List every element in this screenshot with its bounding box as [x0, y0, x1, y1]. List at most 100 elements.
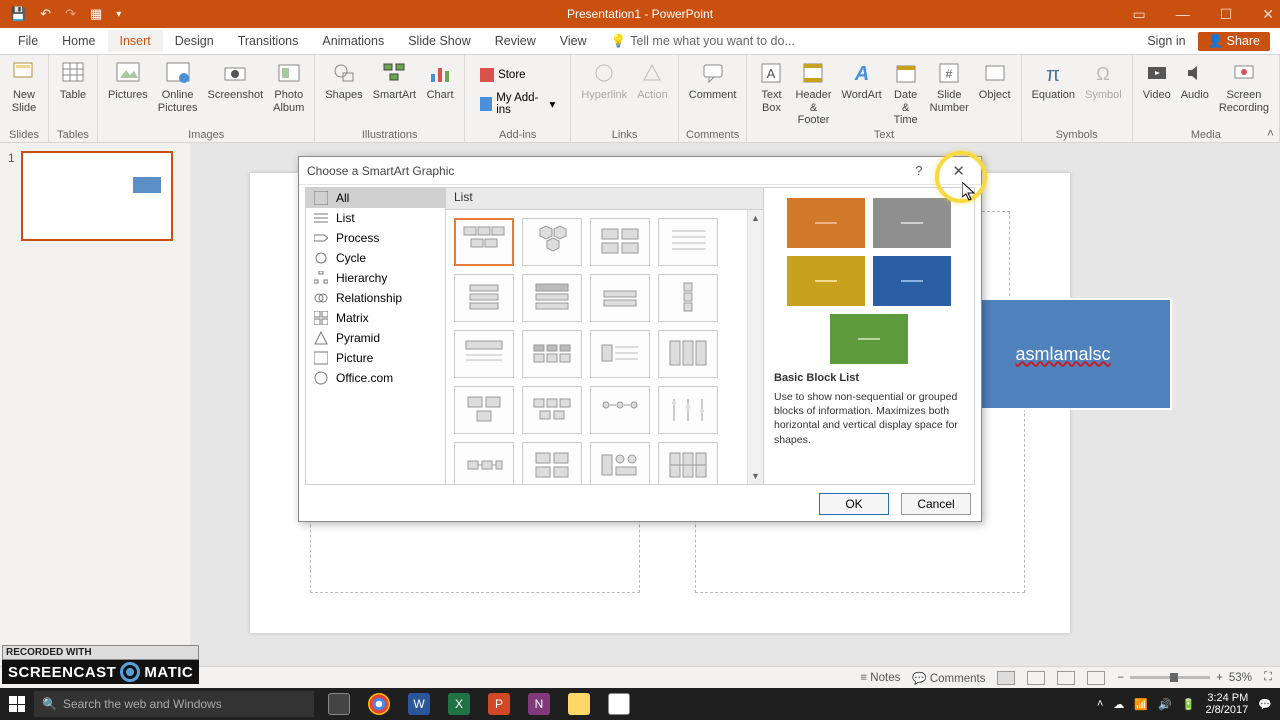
close-window-icon[interactable]: ✕ [1262, 6, 1274, 23]
tab-home[interactable]: Home [50, 30, 107, 52]
powerpoint-icon[interactable]: P [480, 688, 518, 720]
sorter-view-icon[interactable] [1027, 671, 1045, 685]
tab-view[interactable]: View [548, 30, 599, 52]
smartart-item[interactable] [658, 218, 718, 266]
category-officecom[interactable]: Office.com [306, 368, 445, 388]
online-pictures-button[interactable]: Online Pictures [154, 57, 202, 116]
tab-file[interactable]: File [6, 30, 50, 52]
photo-album-button[interactable]: Photo Album [269, 57, 308, 116]
smartart-item[interactable] [454, 386, 514, 434]
zoom-in-icon[interactable]: + [1216, 672, 1223, 684]
onedrive-icon[interactable]: ☁ [1113, 698, 1124, 711]
category-all[interactable]: All [306, 188, 445, 208]
category-hierarchy[interactable]: Hierarchy [306, 268, 445, 288]
volume-icon[interactable]: 🔊 [1158, 698, 1172, 711]
sign-in-link[interactable]: Sign in [1147, 34, 1185, 48]
my-addins-button[interactable]: My Add-ins ▾ [471, 89, 564, 119]
start-from-beginning-icon[interactable]: ▦ [90, 6, 102, 22]
comment-button[interactable]: Comment [685, 57, 741, 104]
smartart-item[interactable] [522, 274, 582, 322]
equation-button[interactable]: πEquation [1028, 57, 1079, 104]
dialog-help-icon[interactable]: ? [907, 161, 930, 180]
smartart-item[interactable] [454, 330, 514, 378]
excel-icon[interactable]: X [440, 688, 478, 720]
pictures-button[interactable]: Pictures [104, 57, 152, 104]
zoom-out-icon[interactable]: − [1117, 672, 1124, 684]
slide-thumbnail-1[interactable] [21, 151, 173, 241]
smartart-item[interactable] [658, 442, 718, 484]
dialog-close-icon[interactable]: ✕ [944, 160, 973, 182]
qat-customize-icon[interactable]: ▾ [116, 9, 121, 20]
date-time-button[interactable]: Date & Time [888, 57, 924, 129]
smartart-item[interactable] [590, 442, 650, 484]
tab-insert[interactable]: Insert [108, 30, 163, 52]
scroll-down-icon[interactable]: ▼ [748, 468, 763, 484]
smartart-item[interactable] [454, 442, 514, 484]
audio-button[interactable]: Audio [1177, 57, 1213, 104]
smartart-item[interactable] [590, 386, 650, 434]
notes-button[interactable]: ≡ Notes [860, 672, 900, 684]
comments-button[interactable]: 💬 Comments [912, 671, 985, 685]
tab-transitions[interactable]: Transitions [226, 30, 311, 52]
slide-number-button[interactable]: #Slide Number [926, 57, 973, 116]
smartart-item[interactable] [454, 274, 514, 322]
share-button[interactable]: 👤 Share [1198, 32, 1270, 51]
smartart-item[interactable] [658, 386, 718, 434]
store-button[interactable]: Store [471, 65, 564, 85]
slideshow-view-icon[interactable] [1087, 671, 1105, 685]
tab-animations[interactable]: Animations [310, 30, 396, 52]
smartart-item[interactable] [590, 218, 650, 266]
smartart-item[interactable] [658, 330, 718, 378]
smartart-item[interactable] [522, 218, 582, 266]
ribbon-options-icon[interactable]: ▭ [1132, 6, 1145, 23]
word-icon[interactable]: W [400, 688, 438, 720]
cancel-button[interactable]: Cancel [901, 493, 971, 515]
chart-button[interactable]: Chart [422, 57, 458, 104]
smartart-item[interactable] [522, 442, 582, 484]
redo-icon[interactable]: ↷ [65, 6, 76, 22]
text-shape[interactable]: asmlamalsc [954, 298, 1172, 410]
screen-recording-button[interactable]: Screen Recording [1215, 57, 1273, 116]
tray-up-icon[interactable]: ˄ [1097, 698, 1103, 710]
table-button[interactable]: Table [55, 57, 91, 104]
chrome-icon[interactable] [360, 688, 398, 720]
clock[interactable]: 3:24 PM 2/8/2017 [1205, 692, 1248, 716]
zoom-value[interactable]: 53% [1229, 672, 1252, 684]
tab-review[interactable]: Review [483, 30, 548, 52]
wifi-icon[interactable]: 📶 [1134, 698, 1148, 711]
wordart-button[interactable]: AWordArt [838, 57, 886, 104]
category-list[interactable]: List [306, 208, 445, 228]
object-button[interactable]: Object [975, 57, 1015, 104]
textbox-button[interactable]: AText Box [753, 57, 789, 116]
video-button[interactable]: Video [1139, 57, 1175, 104]
save-icon[interactable]: 💾 [10, 6, 26, 22]
fit-to-window-icon[interactable]: ⛶ [1264, 671, 1272, 684]
file-explorer-icon[interactable] [560, 688, 598, 720]
battery-icon[interactable]: 🔋 [1182, 698, 1196, 711]
tell-me-search[interactable]: 💡 Tell me what you want to do... [599, 30, 807, 53]
taskbar-search[interactable]: 🔍 Search the web and Windows [34, 691, 314, 717]
tab-design[interactable]: Design [163, 30, 226, 52]
zoom-slider[interactable]: − + 53% [1117, 672, 1251, 684]
action-center-icon[interactable]: 💬 [1258, 698, 1272, 711]
smartart-item[interactable] [522, 330, 582, 378]
smartart-item[interactable] [590, 274, 650, 322]
smartart-item[interactable] [658, 274, 718, 322]
shapes-button[interactable]: Shapes [321, 57, 366, 104]
task-view-icon[interactable] [320, 688, 358, 720]
category-matrix[interactable]: Matrix [306, 308, 445, 328]
maximize-icon[interactable]: ☐ [1220, 6, 1233, 23]
smartart-item-basic-block-list[interactable] [454, 218, 514, 266]
new-slide-button[interactable]: New Slide [6, 57, 42, 116]
scroll-up-icon[interactable]: ▲ [748, 210, 763, 226]
undo-icon[interactable]: ↶ [40, 6, 51, 22]
category-pyramid[interactable]: Pyramid [306, 328, 445, 348]
reading-view-icon[interactable] [1057, 671, 1075, 685]
header-footer-button[interactable]: Header & Footer [791, 57, 835, 129]
category-cycle[interactable]: Cycle [306, 248, 445, 268]
normal-view-icon[interactable] [997, 671, 1015, 685]
gallery-scrollbar[interactable]: ▲ ▼ [747, 210, 763, 484]
store-icon[interactable] [600, 688, 638, 720]
category-picture[interactable]: Picture [306, 348, 445, 368]
collapse-ribbon-icon[interactable]: ˄ [1267, 126, 1274, 140]
